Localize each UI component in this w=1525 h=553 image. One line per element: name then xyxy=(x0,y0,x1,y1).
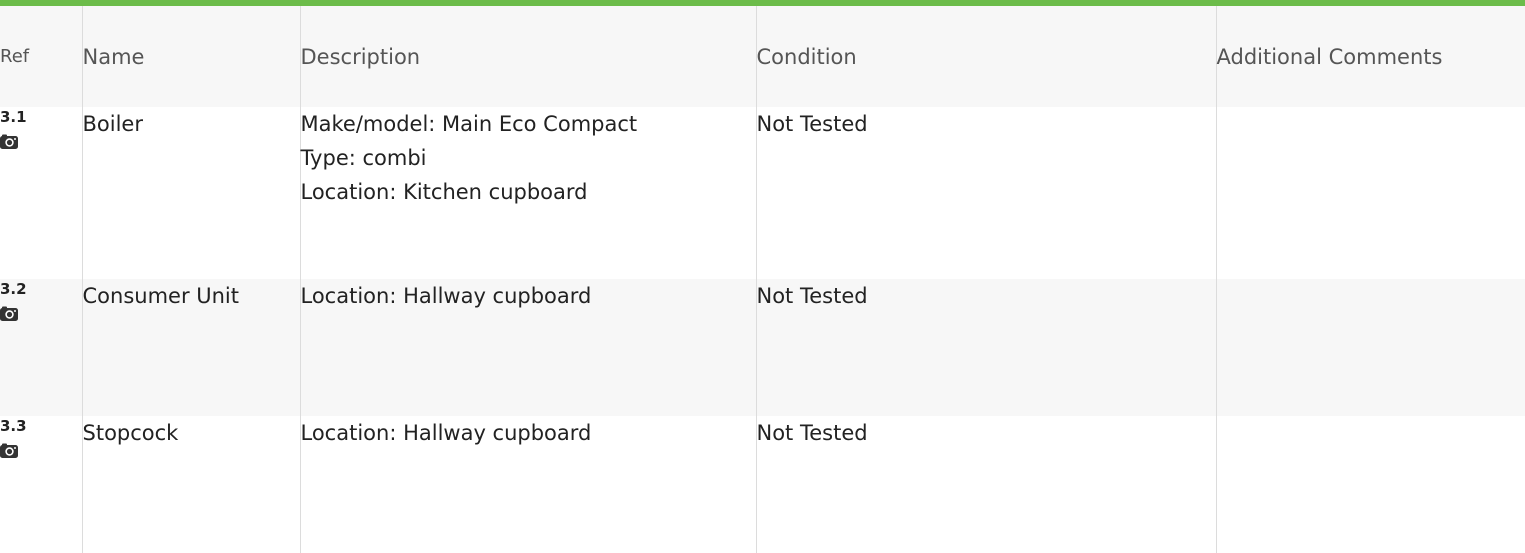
condition-cell: Not Tested xyxy=(755,416,1216,553)
column-header-condition: Condition xyxy=(755,6,1216,107)
ref-cell: 3.1 xyxy=(0,107,82,279)
comments-cell xyxy=(1215,107,1525,279)
table-header-row: Ref Name Description Condition Additiona… xyxy=(0,6,1525,107)
column-header-name: Name xyxy=(81,6,300,107)
ref-cell: 3.3 xyxy=(0,416,82,553)
condition-cell: Not Tested xyxy=(755,107,1216,279)
ref-number: 3.1 xyxy=(0,108,27,126)
name-cell: Stopcock xyxy=(81,416,300,553)
table-row: 3.2 Consumer Unit Location: Hallway cupb… xyxy=(0,279,1525,416)
column-header-description: Description xyxy=(299,6,756,107)
camera-icon[interactable] xyxy=(0,132,18,150)
column-header-ref: Ref xyxy=(0,6,82,107)
description-line: Location: Hallway cupboard xyxy=(300,284,592,308)
description-line: Type: combi xyxy=(300,146,427,170)
description-cell: Make/model: Main Eco Compact Type: combi… xyxy=(299,107,756,279)
ref-number: 3.3 xyxy=(0,417,27,435)
table-row: 3.1 Boiler Make/model: Main Eco Compact … xyxy=(0,107,1525,279)
ref-cell: 3.2 xyxy=(0,279,82,416)
table-row: 3.3 Stopcock Location: Hallway cupboard … xyxy=(0,416,1525,553)
camera-icon[interactable] xyxy=(0,304,18,322)
name-cell: Boiler xyxy=(81,107,300,279)
comments-cell xyxy=(1215,279,1525,416)
condition-cell: Not Tested xyxy=(755,279,1216,416)
description-cell: Location: Hallway cupboard xyxy=(299,279,756,416)
description-line: Location: Kitchen cupboard xyxy=(300,180,588,204)
camera-icon[interactable] xyxy=(0,441,18,459)
description-line: Location: Hallway cupboard xyxy=(300,421,592,445)
description-cell: Location: Hallway cupboard xyxy=(299,416,756,553)
ref-number: 3.2 xyxy=(0,280,27,298)
name-cell: Consumer Unit xyxy=(81,279,300,416)
column-header-comments: Additional Comments xyxy=(1215,6,1525,107)
description-line: Make/model: Main Eco Compact xyxy=(300,112,638,136)
inventory-table: Ref Name Description Condition Additiona… xyxy=(0,6,1525,553)
comments-cell xyxy=(1215,416,1525,553)
